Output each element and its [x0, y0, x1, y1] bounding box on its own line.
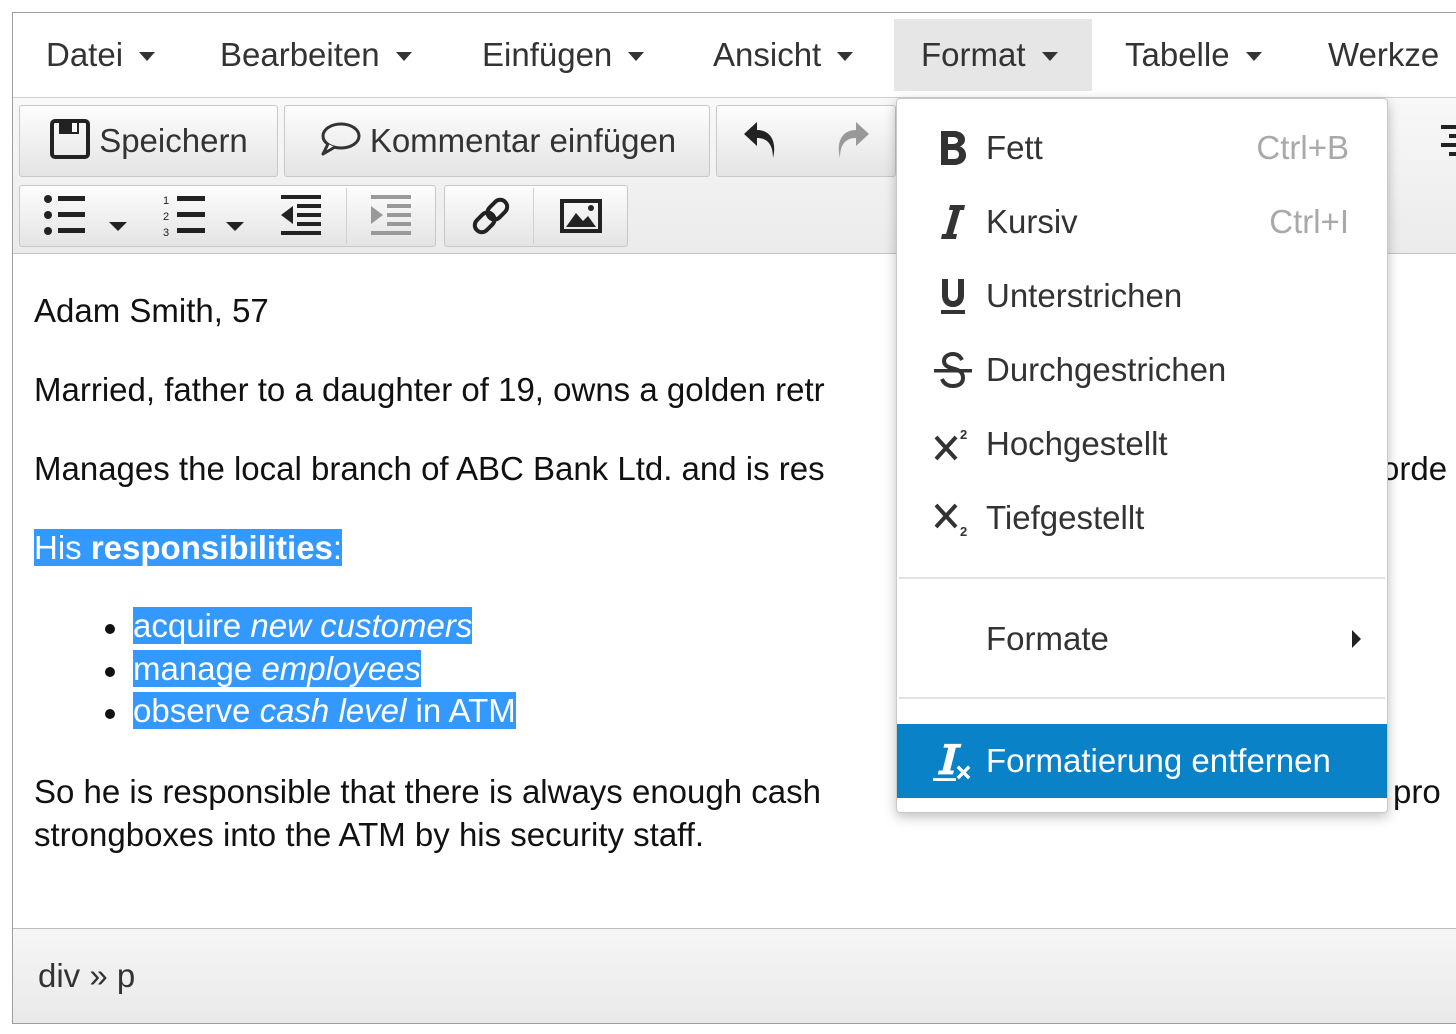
menu-label: Tabelle [1125, 36, 1230, 73]
superscript-icon: 2 [933, 419, 973, 469]
menu-label: Datei [46, 36, 124, 73]
svg-text:3: 3 [163, 227, 169, 236]
svg-text:1: 1 [163, 195, 169, 207]
paragraph: Manages the local branch of ABC Bank Ltd… [34, 450, 825, 487]
svg-text:2: 2 [960, 524, 967, 537]
paragraph-overflow: pro [1393, 773, 1441, 810]
element-path[interactable]: div » p [38, 957, 135, 995]
paragraph: Married, father to a daughter of 19, own… [34, 371, 825, 408]
menu-item-label: Tiefgestellt [986, 499, 1145, 536]
menu-tabelle[interactable]: Tabelle [1125, 19, 1262, 91]
paragraph: strongboxes into the ATM by his security… [34, 816, 705, 853]
caret-down-icon [395, 51, 412, 61]
list-item: manage employees [133, 650, 422, 687]
menu-label: Format [921, 36, 1026, 73]
statusbar: div » p [13, 928, 1456, 1023]
menu-item-label: Hochgestellt [986, 425, 1168, 462]
menu-label: Bearbeiten [220, 36, 380, 73]
menu-item-strikethrough[interactable]: Durchgestrichen [897, 333, 1387, 407]
menu-bearbeiten[interactable]: Bearbeiten [220, 19, 412, 91]
caret-down-icon [139, 51, 156, 61]
svg-text:2: 2 [163, 211, 169, 223]
save-button[interactable]: Speichern [19, 105, 278, 177]
caret-down-icon[interactable] [226, 222, 244, 231]
image-icon[interactable] [560, 199, 602, 238]
shortcut-label: Ctrl+B [1256, 129, 1349, 166]
menu-item-label: Fett [986, 129, 1043, 166]
menu-divider [899, 697, 1385, 699]
underline-icon [933, 271, 973, 321]
remove-format-icon [933, 736, 973, 786]
caret-down-icon [1245, 51, 1262, 61]
bold-icon [933, 123, 973, 173]
subscript-icon: 2 [933, 493, 973, 543]
selection: His responsibilities: [34, 529, 343, 566]
menubar: Datei Bearbeiten Einfügen Ansicht Format… [13, 13, 1456, 98]
menu-label: Einfügen [482, 36, 613, 73]
list-item: observe cash level in ATM [133, 692, 516, 729]
align-icon[interactable] [1433, 123, 1456, 162]
selected-heading: His responsibilities: [34, 526, 343, 569]
outdent-icon[interactable] [279, 195, 323, 240]
menu-item-remove-formatting[interactable]: Formatierung entfernen [897, 724, 1387, 798]
italic-icon [933, 197, 973, 247]
strikethrough-icon [933, 345, 973, 395]
menu-datei[interactable]: Datei [46, 19, 156, 91]
bullet-list-icon[interactable] [43, 194, 87, 241]
menu-item-label: Kursiv [986, 203, 1078, 240]
menu-einfuegen[interactable]: Einfügen [482, 19, 645, 91]
divider [533, 188, 534, 244]
insert-comment-button[interactable]: Kommentar einfügen [284, 105, 710, 177]
indent-icon[interactable] [369, 195, 413, 240]
menu-item-underline[interactable]: Unterstrichen [897, 259, 1387, 333]
caret-down-icon [837, 51, 854, 61]
undo-icon[interactable] [741, 118, 781, 167]
svg-text:2: 2 [960, 427, 967, 442]
menu-werkzeuge[interactable]: Werkze [1328, 19, 1439, 91]
menu-divider [899, 577, 1385, 579]
menu-item-bold[interactable]: Fett Ctrl+B [897, 111, 1387, 185]
link-icon[interactable] [469, 194, 513, 243]
menu-label: Werkze [1328, 36, 1440, 73]
divider [346, 188, 347, 244]
shortcut-label: Ctrl+I [1269, 203, 1349, 240]
menu-item-formats[interactable]: Formate [897, 602, 1387, 676]
menu-item-label: Formatierung entfernen [986, 742, 1331, 779]
floppy-disk-icon [49, 118, 91, 165]
paragraph: So he is responsible that there is alway… [34, 773, 821, 810]
list-item: acquire new customers [133, 607, 473, 644]
numbered-list-icon[interactable]: 1 2 3 [163, 194, 207, 241]
comment-icon [318, 119, 362, 164]
paragraph: Adam Smith, 57 [34, 292, 269, 329]
caret-down-icon [1041, 51, 1058, 61]
bullet-icon [105, 624, 115, 634]
format-menu: Fett Ctrl+B Kursiv Ctrl+I Unterstrichen … [896, 98, 1388, 813]
menu-item-superscript[interactable]: 2 Hochgestellt [897, 407, 1387, 481]
chevron-right-icon [1352, 630, 1361, 648]
paragraph-overflow: orde [1381, 450, 1448, 487]
menu-item-label: Formate [986, 620, 1109, 657]
caret-down-icon [628, 51, 645, 61]
menu-item-label: Unterstrichen [986, 277, 1183, 314]
undo-redo-group [716, 105, 896, 177]
comment-label: Kommentar einfügen [369, 122, 677, 159]
menu-label: Ansicht [713, 36, 822, 73]
save-label: Speichern [99, 122, 248, 159]
menu-format[interactable]: Format [894, 19, 1092, 91]
menu-ansicht[interactable]: Ansicht [713, 19, 854, 91]
menu-item-italic[interactable]: Kursiv Ctrl+I [897, 185, 1387, 259]
menu-item-subscript[interactable]: 2 Tiefgestellt [897, 481, 1387, 555]
caret-down-icon[interactable] [109, 222, 127, 231]
menu-item-label: Durchgestrichen [986, 351, 1227, 388]
redo-icon[interactable] [832, 118, 872, 167]
bullet-icon [105, 709, 115, 719]
bullet-icon [105, 667, 115, 677]
